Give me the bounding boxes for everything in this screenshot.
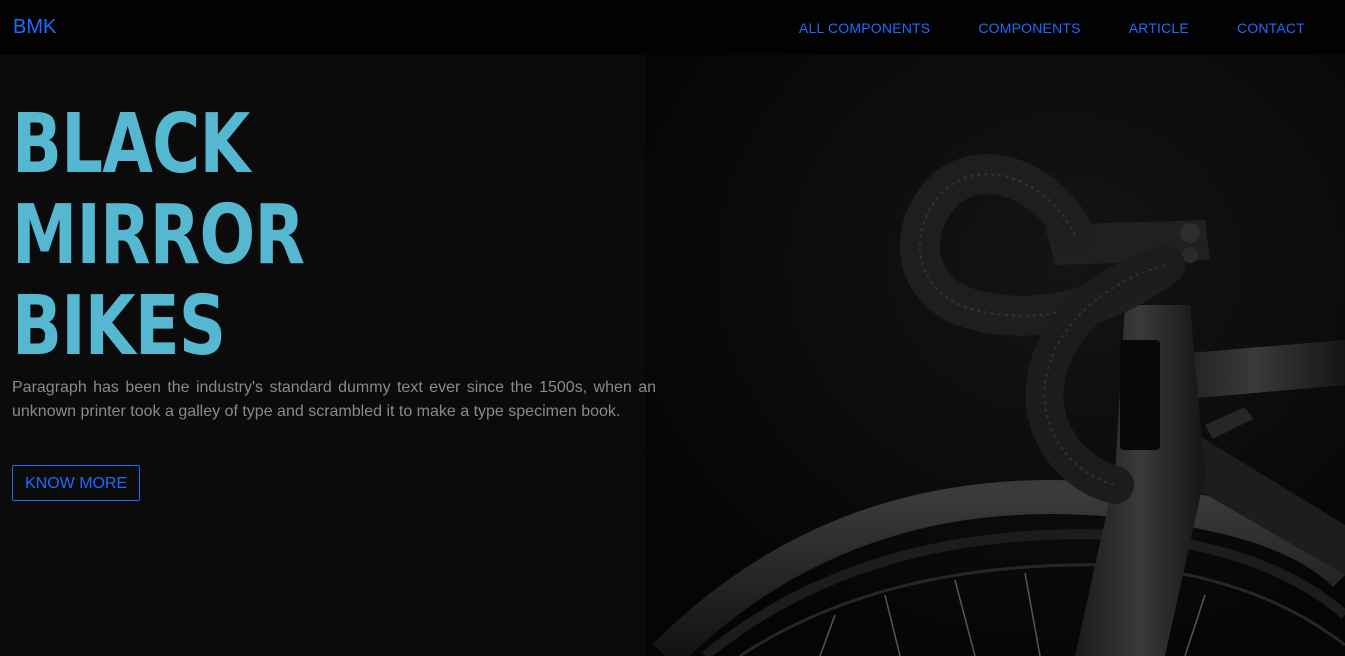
- top-navbar: BMK ALL COMPONENTS COMPONENTS ARTICLE CO…: [0, 0, 1345, 55]
- nav-links: ALL COMPONENTS COMPONENTS ARTICLE CONTAC…: [799, 0, 1345, 55]
- hero-section: BLACK MIRROR BIKES Paragraph has been th…: [0, 55, 1345, 656]
- bicycle-image: [645, 55, 1345, 656]
- know-more-button[interactable]: KNOW MORE: [12, 465, 141, 501]
- hero-title-line-2: MIRROR: [12, 188, 305, 283]
- hero-title-line-1: BLACK: [12, 97, 250, 192]
- hero-title-line-3: BIKES: [12, 279, 226, 374]
- brand-logo-link[interactable]: BMK: [13, 15, 56, 39]
- nav-link-article[interactable]: ARTICLE: [1129, 20, 1189, 36]
- nav-link-contact[interactable]: CONTACT: [1237, 20, 1305, 36]
- nav-link-all-components[interactable]: ALL COMPONENTS: [799, 20, 930, 36]
- nav-link-components[interactable]: COMPONENTS: [978, 20, 1080, 36]
- hero-paragraph: Paragraph has been the industry's standa…: [12, 379, 656, 420]
